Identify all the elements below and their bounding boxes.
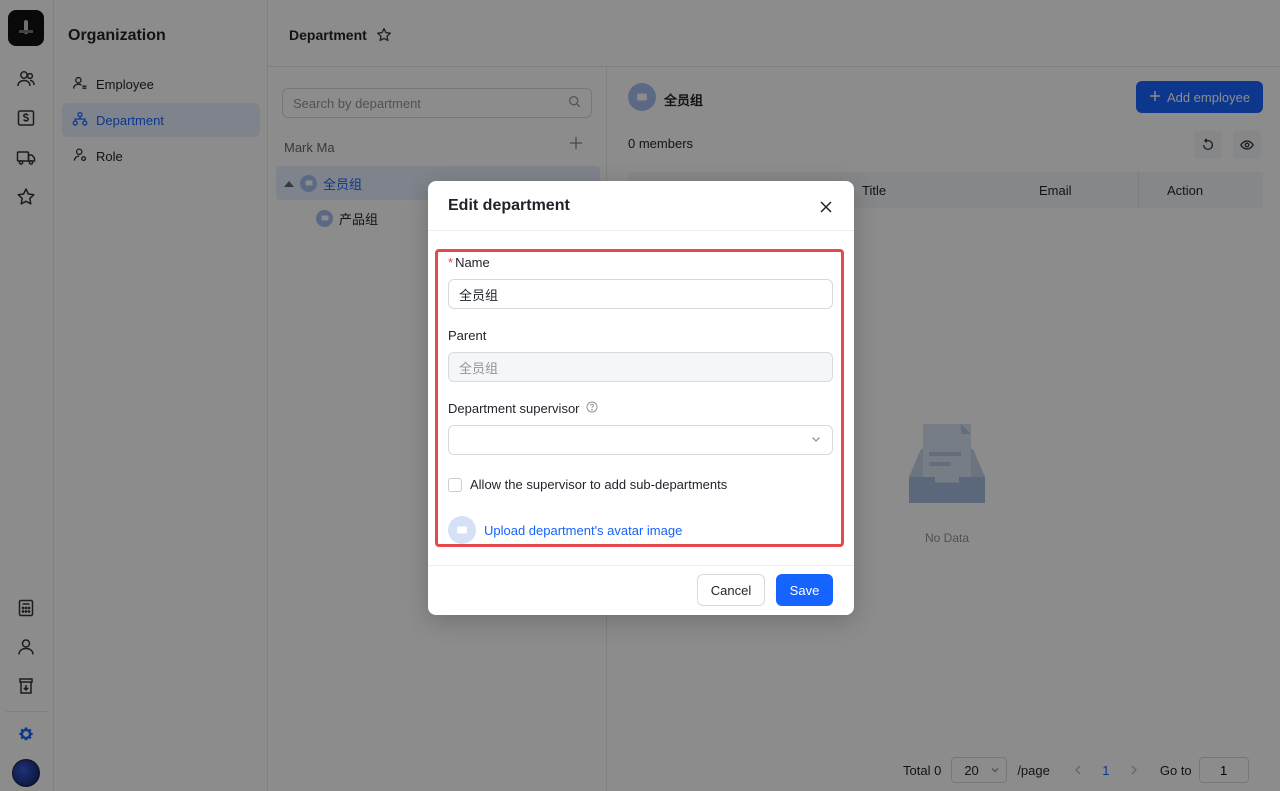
cancel-button[interactable]: Cancel bbox=[697, 574, 765, 606]
required-mark: * bbox=[448, 255, 454, 270]
upload-label: Upload department's avatar image bbox=[484, 522, 683, 538]
modal-title: Edit department bbox=[448, 197, 570, 214]
modal-footer-divider bbox=[428, 565, 854, 566]
checkbox-label: Allow the supervisor to add sub-departme… bbox=[470, 477, 728, 492]
supervisor-label-text: Department supervisor bbox=[448, 401, 580, 416]
parent-label: Parent bbox=[448, 328, 487, 343]
chevron-down-icon bbox=[810, 433, 822, 448]
department-avatar-icon bbox=[448, 516, 476, 544]
parent-field bbox=[448, 352, 833, 382]
supervisor-select[interactable] bbox=[448, 425, 833, 455]
save-button[interactable]: Save bbox=[776, 574, 833, 606]
allow-subdepartments-row[interactable]: Allow the supervisor to add sub-departme… bbox=[448, 477, 727, 492]
help-icon[interactable] bbox=[586, 401, 598, 416]
name-field[interactable] bbox=[448, 279, 833, 309]
edit-department-modal: Edit department *Name Parent Department … bbox=[428, 181, 854, 615]
name-label-text: Name bbox=[455, 255, 490, 270]
close-icon[interactable] bbox=[817, 198, 835, 216]
name-label: * Name bbox=[448, 255, 490, 270]
supervisor-label: Department supervisor bbox=[448, 401, 598, 416]
allow-subdepartments-checkbox[interactable] bbox=[448, 477, 462, 492]
upload-avatar-link[interactable]: Upload department's avatar image bbox=[448, 516, 682, 544]
modal-header-divider bbox=[428, 230, 854, 231]
